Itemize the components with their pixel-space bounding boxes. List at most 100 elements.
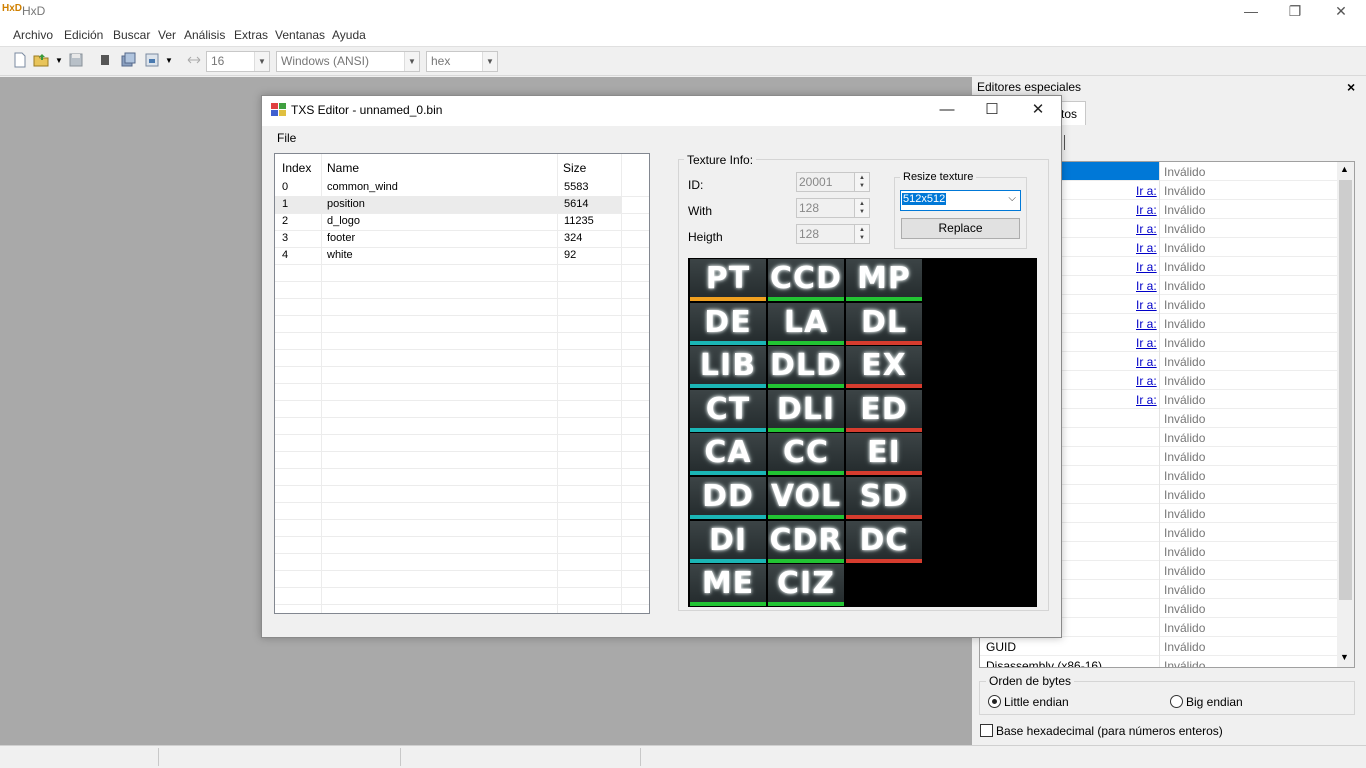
open-dropdown-icon[interactable]: ▼: [55, 56, 63, 65]
txs-menu-file[interactable]: File: [277, 131, 296, 145]
texture-tile-label: ED: [860, 391, 908, 427]
inspector-row-value[interactable]: Inválido: [1164, 355, 1205, 369]
inspector-row-value[interactable]: Inválido: [1164, 222, 1205, 236]
scroll-up-icon[interactable]: ▲: [1340, 164, 1349, 174]
inspector-row[interactable]: GUID Inválido: [980, 637, 1338, 656]
inspector-row-value[interactable]: Inválido: [1164, 260, 1205, 274]
offset-base-select[interactable]: hex ▼: [426, 51, 498, 72]
hex-base-checkbox[interactable]: [980, 724, 993, 737]
goto-link[interactable]: Ir a:: [1136, 336, 1157, 350]
table-row[interactable]: 1 position 5614: [275, 196, 622, 213]
panel-close-icon[interactable]: ×: [1347, 79, 1355, 95]
inspector-row-value[interactable]: Inválido: [1164, 203, 1205, 217]
inspector-row-value[interactable]: Inválido: [1164, 507, 1205, 521]
texture-list[interactable]: Index Name Size 0 common_wind 5583 1 positio…: [274, 153, 650, 614]
little-endian-radio[interactable]: [988, 695, 1001, 708]
inspector-row-value[interactable]: Inválido: [1164, 659, 1205, 667]
goto-link[interactable]: Ir a:: [1136, 184, 1157, 198]
goto-link[interactable]: Ir a:: [1136, 203, 1157, 217]
spinner-arrows-icon[interactable]: ▲ ▼: [854, 199, 869, 217]
inspector-row-value[interactable]: Inválido: [1164, 526, 1205, 540]
goto-link[interactable]: Ir a:: [1136, 393, 1157, 407]
id-input[interactable]: 20001 ▲ ▼: [796, 172, 870, 192]
save-all-icon[interactable]: [120, 52, 136, 68]
little-endian-label[interactable]: Little endian: [1004, 695, 1069, 709]
inspector-row-value[interactable]: Inválido: [1164, 241, 1205, 255]
txs-minimize-button[interactable]: —: [924, 96, 970, 126]
goto-link[interactable]: Ir a:: [1136, 374, 1157, 388]
resize-size-select[interactable]: 512x512 ⌵: [900, 190, 1021, 211]
scrollbar-thumb[interactable]: [1339, 180, 1352, 600]
table-row[interactable]: 2 d_logo 11235: [275, 213, 622, 230]
menu-buscar[interactable]: Buscar: [113, 28, 150, 42]
replace-button[interactable]: Replace: [901, 218, 1020, 239]
menu-ventanas[interactable]: Ventanas: [275, 28, 325, 42]
inspector-row-value[interactable]: Inválido: [1164, 279, 1205, 293]
hex-base-label[interactable]: Base hexadecimal (para números enteros): [996, 724, 1223, 738]
txs-maximize-button[interactable]: ☐: [969, 96, 1015, 126]
inspector-row-value[interactable]: Inválido: [1164, 374, 1205, 388]
menu-archivo[interactable]: Archivo: [13, 28, 53, 42]
panel-tab[interactable]: tos: [1058, 101, 1086, 125]
big-endian-label[interactable]: Big endian: [1186, 695, 1243, 709]
close-button[interactable]: ✕: [1318, 0, 1364, 24]
inspector-row[interactable]: Disassembly (x86-16) Inválido: [980, 656, 1338, 667]
restore-button[interactable]: ❐: [1272, 0, 1318, 24]
table-row[interactable]: 0 common_wind 5583: [275, 179, 622, 196]
inspector-row-value[interactable]: Inválido: [1164, 583, 1205, 597]
inspector-row-value[interactable]: Inválido: [1164, 165, 1205, 179]
goto-link[interactable]: Ir a:: [1136, 222, 1157, 236]
print-icon[interactable]: [144, 52, 160, 68]
save-icon[interactable]: [68, 52, 84, 68]
inspector-row-value[interactable]: Inválido: [1164, 431, 1205, 445]
big-endian-radio[interactable]: [1170, 695, 1183, 708]
inspector-row-value[interactable]: Inválido: [1164, 621, 1205, 635]
texture-tile-color-bar: [690, 384, 766, 389]
inspector-row-value[interactable]: Inválido: [1164, 545, 1205, 559]
goto-link[interactable]: Ir a:: [1136, 260, 1157, 274]
height-input[interactable]: 128 ▲ ▼: [796, 224, 870, 244]
goto-link[interactable]: Ir a:: [1136, 317, 1157, 331]
column-header-name[interactable]: Name: [327, 161, 359, 175]
menu-ver[interactable]: Ver: [158, 28, 176, 42]
inspector-row-value[interactable]: Inválido: [1164, 336, 1205, 350]
menu-analisis[interactable]: Análisis: [184, 28, 225, 42]
inspector-row-value[interactable]: Inválido: [1164, 298, 1205, 312]
spinner-arrows-icon[interactable]: ▲ ▼: [854, 225, 869, 243]
menu-ayuda[interactable]: Ayuda: [332, 28, 366, 42]
print-dropdown-icon[interactable]: ▼: [165, 56, 173, 65]
table-row[interactable]: 4 white 92: [275, 247, 622, 264]
goto-link[interactable]: Ir a:: [1136, 241, 1157, 255]
open-file-icon[interactable]: [33, 52, 49, 68]
bytes-per-row-select[interactable]: 16 ▼: [206, 51, 270, 72]
close-file-icon[interactable]: [97, 52, 113, 68]
inspector-row-value[interactable]: Inválido: [1164, 317, 1205, 331]
inspector-row-value[interactable]: Inválido: [1164, 640, 1205, 654]
texture-tile-color-bar: [690, 471, 766, 476]
width-input[interactable]: 128 ▲ ▼: [796, 198, 870, 218]
inspector-row-value[interactable]: Inválido: [1164, 450, 1205, 464]
new-file-icon[interactable]: [12, 52, 28, 68]
minimize-button[interactable]: —: [1228, 0, 1274, 24]
table-row[interactable]: 3 footer 324: [275, 230, 622, 247]
column-header-index[interactable]: Index: [282, 161, 311, 175]
scroll-down-icon[interactable]: ▼: [1340, 652, 1349, 662]
spinner-arrows-icon[interactable]: ▲ ▼: [854, 173, 869, 191]
txs-close-button[interactable]: ✕: [1015, 96, 1061, 126]
inspector-row-value[interactable]: Inválido: [1164, 184, 1205, 198]
inspector-row-value[interactable]: Inválido: [1164, 488, 1205, 502]
inspector-row-value[interactable]: Inválido: [1164, 469, 1205, 483]
menu-edicion[interactable]: Edición: [64, 28, 103, 42]
inspector-row-value[interactable]: Inválido: [1164, 602, 1205, 616]
goto-link[interactable]: Ir a:: [1136, 298, 1157, 312]
inspector-row-value[interactable]: Inválido: [1164, 412, 1205, 426]
goto-link[interactable]: Ir a:: [1136, 355, 1157, 369]
menu-extras[interactable]: Extras: [234, 28, 268, 42]
inspector-row-value[interactable]: Inválido: [1164, 564, 1205, 578]
charset-select[interactable]: Windows (ANSI) ▼: [276, 51, 420, 72]
inspector-row-value[interactable]: Inválido: [1164, 393, 1205, 407]
column-divider: [1159, 333, 1160, 352]
goto-link[interactable]: Ir a:: [1136, 279, 1157, 293]
texture-tile: DD: [690, 477, 766, 519]
column-header-size[interactable]: Size: [563, 161, 586, 175]
